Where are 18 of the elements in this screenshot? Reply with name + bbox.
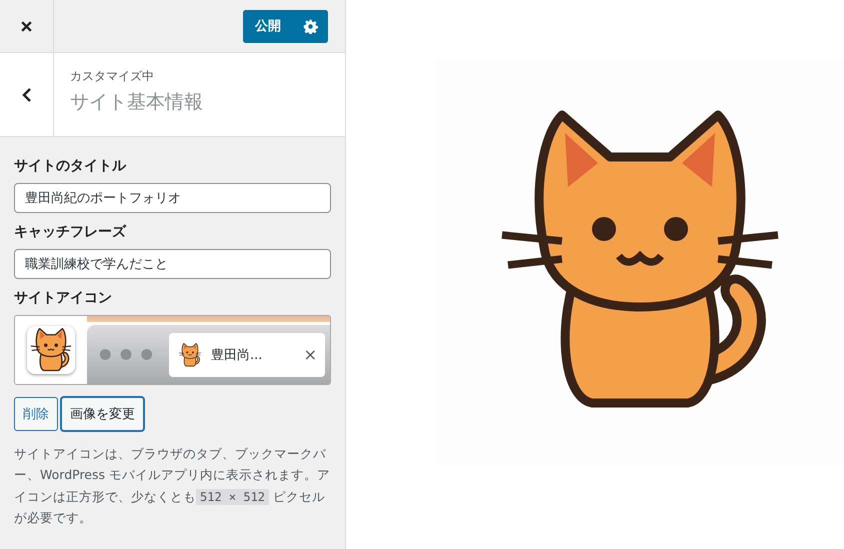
section-title: サイト基本情報	[70, 90, 203, 115]
close-icon	[20, 20, 33, 32]
field-label: サイトアイコン	[14, 289, 113, 307]
tab-close: ×	[304, 345, 317, 364]
text-field[interactable]: 豊田尚紀のポートフォリオ	[14, 183, 331, 213]
tab-title: 豊田尚...	[211, 346, 262, 364]
cat-icon	[27, 326, 75, 374]
cat-icon	[177, 342, 203, 368]
change-image-button[interactable]: 画像を変更	[61, 397, 144, 431]
window-dots-icon	[99, 348, 153, 361]
back-icon	[22, 86, 32, 102]
description: サイトアイコンは、ブラウザのタブ、ブックマークバー、WordPress モバイルアプリ内に表示されます。アイコンは正方形で、少なくとも 512 × 512 ピクセルが必要です。	[14, 445, 331, 527]
remove-button[interactable]: 削除	[14, 397, 58, 431]
field-label: キャッチフレーズ	[14, 223, 128, 241]
breadcrumb: カスタマイズ中	[70, 68, 155, 85]
settings-icon	[303, 18, 318, 34]
field-label: サイトのタイトル	[14, 157, 128, 175]
text-field[interactable]: 職業訓練校で学んだこと	[14, 249, 331, 279]
